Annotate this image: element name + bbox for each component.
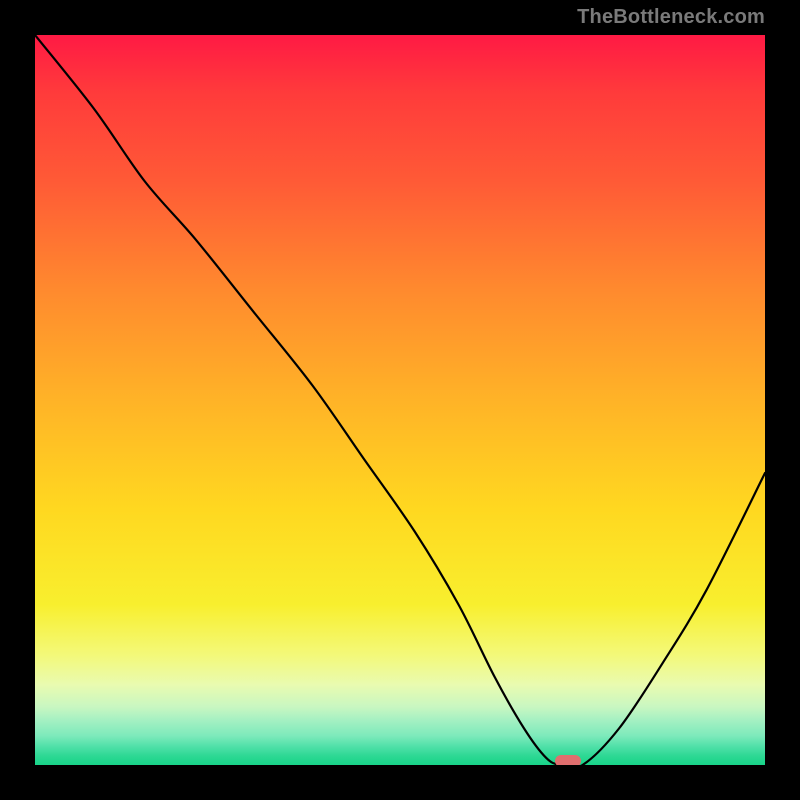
chart-frame: TheBottleneck.com [0, 0, 800, 800]
bottleneck-curve [35, 35, 765, 765]
watermark-text: TheBottleneck.com [577, 6, 765, 29]
plot-area [35, 35, 765, 765]
optimal-point-marker [555, 755, 581, 765]
